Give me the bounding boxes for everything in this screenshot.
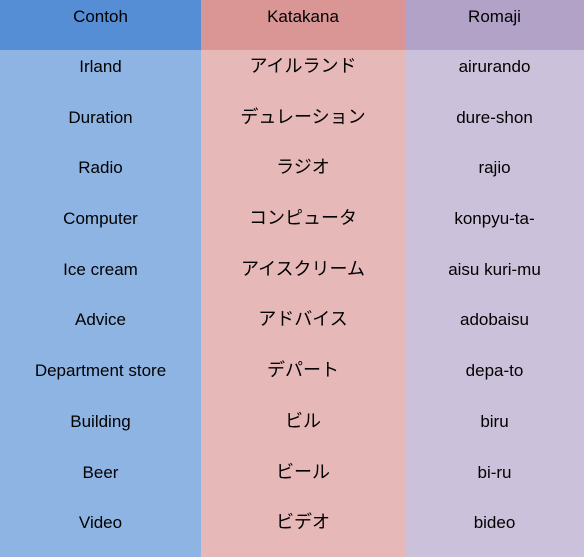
table-row: Irland アイルランド airurando [0,50,584,101]
contoh-cell: Ice cream [0,252,201,304]
romaji-cell: aisu kuri-mu [405,252,584,304]
romaji-cell: adobaisu [405,303,584,355]
romaji-cell: bi-ru [405,455,584,507]
table-row: Building ビル biru [0,404,584,456]
header-row: Contoh Katakana Romaji [0,0,584,50]
contoh-cell: Video [0,506,201,557]
katakana-cell: ラジオ [201,151,405,203]
katakana-cell: ビール [201,455,405,507]
katakana-table: Contoh Katakana Romaji Irland アイルランド airur… [0,0,584,557]
contoh-cell: Beer [0,455,201,507]
contoh-cell: Radio [0,151,201,203]
romaji-cell: rajio [405,151,584,203]
table-row: Computer コンピュータ konpyu-ta- [0,202,584,253]
contoh-cell: Computer [0,202,201,253]
table-row: Advice アドバイス adobaisu [0,303,584,355]
contoh-cell: Irland [0,50,201,101]
contoh-cell: Department store [0,354,201,405]
table-row: Radio ラジオ rajio [0,151,584,203]
katakana-cell: アイスクリーム [201,252,405,304]
table-row: Duration デュレーション dure-shon [0,100,584,152]
katakana-cell: アイルランド [201,50,405,101]
katakana-cell: デュレーション [201,100,405,152]
header-romaji: Romaji [405,0,584,50]
romaji-cell: bideo [405,506,584,557]
romaji-cell: airurando [405,50,584,101]
contoh-cell: Advice [0,303,201,355]
katakana-cell: アドバイス [201,303,405,355]
table-row: Beer ビール bi-ru [0,455,584,507]
header-contoh: Contoh [0,0,201,50]
romaji-cell: biru [405,404,584,456]
romaji-cell: konpyu-ta- [405,202,584,253]
romaji-cell: dure-shon [405,100,584,152]
table-row: Video ビデオ bideo [0,506,584,557]
table-row: Ice cream アイスクリーム aisu kuri-mu [0,252,584,304]
katakana-cell: デパート [201,354,405,405]
romaji-cell: depa-to [405,354,584,405]
katakana-cell: ビル [201,404,405,456]
contoh-cell: Building [0,404,201,456]
header-katakana: Katakana [201,0,405,50]
katakana-cell: ビデオ [201,506,405,557]
table-row: Department store デパート depa-to [0,354,584,405]
katakana-cell: コンピュータ [201,202,405,253]
contoh-cell: Duration [0,100,201,152]
